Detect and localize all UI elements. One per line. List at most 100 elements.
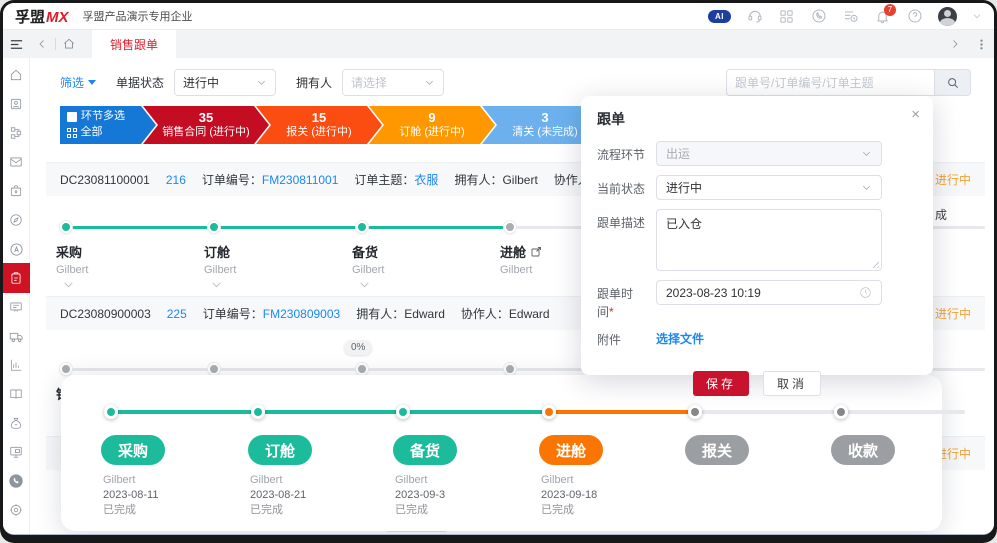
step-dot-pending[interactable]	[60, 363, 72, 375]
timeline-step-pill[interactable]: 收款	[831, 435, 895, 465]
order-badge-count[interactable]: 225	[167, 307, 187, 321]
expand-step-icon[interactable]	[358, 278, 371, 294]
tabs-more-icon[interactable]	[968, 30, 994, 58]
owner-placeholder: 请选择	[351, 74, 387, 91]
follow-up-time-input[interactable]: 2023-08-23 10:19	[656, 280, 882, 305]
stage-sales-contract[interactable]: 35销售合同 (进行中)	[143, 106, 269, 144]
order-no-link[interactable]: FM230809003	[263, 307, 340, 321]
timeline-segment-current	[549, 410, 695, 414]
stage-customs[interactable]: 15报关 (进行中)	[256, 106, 382, 144]
sidebar-settings-icon[interactable]	[7, 501, 25, 519]
subject-link[interactable]: 衣服	[414, 173, 438, 187]
sidebar-book-icon[interactable]	[7, 385, 25, 403]
sidebar-whatsapp-icon[interactable]	[7, 472, 25, 490]
step-dot-done[interactable]	[208, 221, 220, 233]
whatsapp-icon[interactable]	[810, 8, 827, 25]
cancel-button[interactable]: 取消	[763, 371, 821, 396]
timeline-dot-done[interactable]	[104, 405, 118, 419]
description-textarea[interactable]: 已入仓	[656, 209, 882, 271]
ai-assistant-icon[interactable]: AI	[708, 10, 731, 23]
search-input[interactable]	[726, 69, 934, 96]
modal-title: 跟单	[597, 109, 917, 129]
modal-close-icon[interactable]: ×	[911, 106, 920, 123]
timeline-step-pill[interactable]: 备货	[393, 435, 457, 465]
step-dot-pending[interactable]	[208, 363, 220, 375]
owner-select[interactable]: 请选择	[342, 69, 444, 96]
step-dot-pending[interactable]	[356, 363, 368, 375]
active-tab-label: 销售跟单	[110, 36, 158, 53]
doc-status-select[interactable]: 进行中	[174, 69, 276, 96]
tabs-scroll-right-icon[interactable]	[942, 30, 968, 58]
sidebar-follow-up-icon-active[interactable]	[3, 263, 30, 293]
sidebar-org-structure-icon[interactable]	[7, 124, 25, 142]
sidebar-money-bag-icon[interactable]	[7, 414, 25, 432]
progress-percent-badge: 0%	[344, 340, 372, 355]
timeline-dot-current[interactable]	[542, 405, 556, 419]
home-tab-icon[interactable]	[56, 30, 82, 58]
timeline-step-meta: Gilbert2023-08-21已完成	[250, 473, 306, 518]
collapse-sidebar-icon[interactable]	[3, 30, 29, 58]
stage-count: 35	[199, 110, 213, 126]
search-button[interactable]	[934, 69, 971, 96]
sidebar-home-icon[interactable]	[7, 66, 25, 84]
order-badge-count[interactable]: 216	[166, 173, 186, 187]
order-code: DC23080900003	[60, 307, 151, 321]
notifications-bell-icon[interactable]: 7	[874, 8, 891, 25]
stage-booking[interactable]: 9订舱 (进行中)	[369, 106, 495, 144]
sidebar-truck-icon[interactable]	[7, 327, 25, 345]
timeline-step-pill[interactable]: 采购	[101, 435, 165, 465]
chevron-down-icon	[861, 182, 872, 193]
current-status-select[interactable]: 进行中	[656, 175, 882, 200]
filter-toggle[interactable]: 筛选	[60, 74, 96, 91]
multi-select-checkbox[interactable]	[67, 112, 77, 122]
timeline-dot-todo[interactable]	[834, 405, 848, 419]
sidebar-circle-a-icon[interactable]	[7, 240, 25, 258]
user-avatar[interactable]	[938, 7, 957, 26]
help-icon[interactable]	[906, 8, 923, 25]
chevron-down-icon	[861, 148, 872, 159]
timeline-dot-done[interactable]	[251, 405, 265, 419]
timeline-dot-todo[interactable]	[688, 405, 702, 419]
timeline-dot-done[interactable]	[396, 405, 410, 419]
save-button[interactable]: 保存	[693, 371, 749, 396]
sidebar-monitor-icon[interactable]	[7, 443, 25, 461]
doc-status-value: 进行中	[183, 74, 219, 91]
timeline-step-pill[interactable]: 进舱	[539, 435, 603, 465]
textarea-resize-handle[interactable]	[870, 259, 879, 268]
sidebar-dashboard-icon[interactable]	[7, 298, 25, 316]
sidebar-contacts-icon[interactable]	[7, 95, 25, 113]
order-no-link[interactable]: FM230811001	[262, 173, 339, 187]
sidebar-mail-icon[interactable]	[7, 153, 25, 171]
step-dot-pending[interactable]	[504, 221, 516, 233]
step-dot-done[interactable]	[356, 221, 368, 233]
sidebar-bar-chart-icon[interactable]	[7, 356, 25, 374]
back-chevron-icon[interactable]	[29, 30, 55, 58]
step-dot-pending[interactable]	[504, 363, 516, 375]
expand-step-icon[interactable]	[62, 278, 75, 294]
headset-support-icon[interactable]	[746, 8, 763, 25]
user-menu-chevron-icon[interactable]	[972, 8, 982, 25]
timeline-step-pill[interactable]: 报关	[685, 435, 749, 465]
apps-grid-icon[interactable]	[778, 8, 795, 25]
stage-multi-select-block: 环节多选 全部	[60, 106, 156, 144]
multi-select-label: 环节多选	[81, 110, 125, 124]
tab-sales-follow-up[interactable]: 销售跟单	[92, 30, 176, 58]
order-code: DC23081100001	[60, 173, 150, 187]
stage-label: 销售合同 (进行中)	[162, 126, 249, 140]
expand-step-icon[interactable]	[210, 278, 223, 294]
stage-select-value: 出运	[666, 145, 690, 162]
edit-icon[interactable]	[530, 246, 542, 258]
all-stages-label[interactable]: 全部	[81, 126, 103, 140]
stepper-progress	[62, 226, 510, 229]
tab-bar: 销售跟单	[3, 30, 994, 58]
step-dot-done[interactable]	[60, 221, 72, 233]
task-history-icon[interactable]	[842, 8, 859, 25]
step-name: 订舱	[204, 242, 236, 261]
timeline-step-meta: Gilbert2023-09-18已完成	[541, 473, 597, 518]
stage-label: 订舱 (进行中)	[399, 126, 464, 140]
time-value: 2023-08-23 10:19	[666, 286, 761, 300]
sidebar-briefcase-icon[interactable]	[7, 182, 25, 200]
sidebar-compass-icon[interactable]	[7, 211, 25, 229]
timeline-step-pill[interactable]: 订舱	[248, 435, 312, 465]
choose-file-link[interactable]: 选择文件	[656, 326, 704, 349]
